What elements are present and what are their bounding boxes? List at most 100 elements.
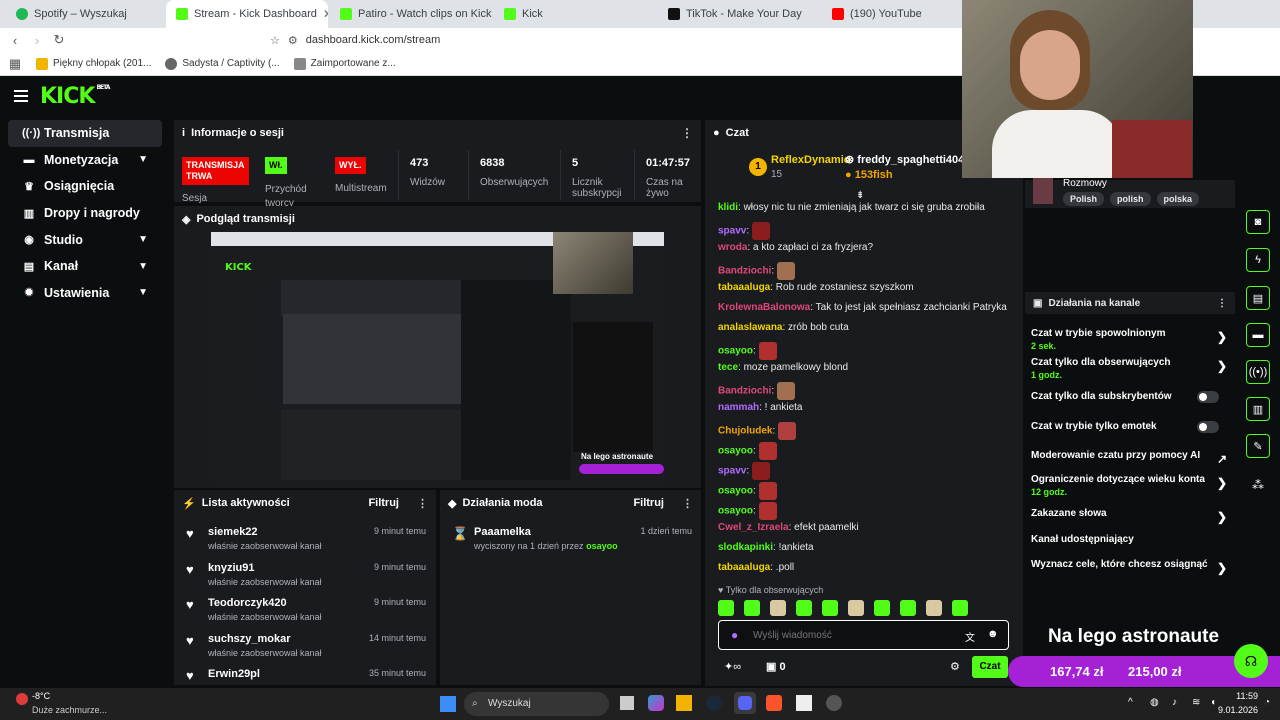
translate-icon[interactable]: 文 <box>965 629 975 644</box>
setting-sharing-channel[interactable]: Kanał udostępniający <box>1031 534 1227 545</box>
chat-username[interactable]: tece <box>718 362 738 373</box>
tab-spotify[interactable]: Spotify – Wyszukaj <box>6 0 166 28</box>
weather-temp[interactable]: -8°C <box>32 691 50 701</box>
more-options-icon[interactable]: ⋮ <box>417 497 428 510</box>
brave-icon[interactable] <box>766 695 782 711</box>
bookmark-item[interactable]: Sadysta / Captivity (... <box>165 57 280 70</box>
copilot-icon[interactable] <box>648 695 664 711</box>
chat-username[interactable]: analaslawana <box>718 322 782 333</box>
chat-username[interactable]: osayoo <box>718 346 753 357</box>
bookmark-star-icon[interactable]: ☆ <box>270 34 280 47</box>
chat-username[interactable]: tabaaaluga <box>718 282 770 293</box>
filter-button[interactable]: Filtruj <box>633 497 664 509</box>
chat-input[interactable]: ● Wyślij wiadomość 文 ☻ <box>718 620 1009 650</box>
ai-loop-icon[interactable]: ✦∞ <box>724 660 741 673</box>
emote-picker-icon[interactable] <box>770 600 786 616</box>
clock-time[interactable]: 11:59 <box>1228 691 1258 701</box>
broadcast-icon[interactable]: ((•)) <box>1246 360 1270 384</box>
emote-picker-icon[interactable] <box>718 600 734 616</box>
revenue-on-badge[interactable]: Wł. <box>265 157 287 174</box>
wifi-icon[interactable]: ≋ <box>1192 697 1200 708</box>
chat-collapse-icon[interactable]: ⇟ <box>856 190 864 201</box>
multistream-off-badge[interactable]: WYŁ. <box>335 157 366 174</box>
chat-username[interactable]: spavv <box>718 466 746 477</box>
headset-icon[interactable]: ☊ <box>1234 644 1268 678</box>
chat-username[interactable]: osayoo <box>718 486 753 497</box>
tag-chip[interactable]: polska <box>1156 192 1200 206</box>
notification-bell-icon[interactable]: ◔ <box>1264 697 1270 708</box>
emote-picker-icon[interactable] <box>822 600 838 616</box>
emote-picker-icon[interactable] <box>848 600 864 616</box>
close-tab-icon[interactable]: ✕ <box>323 7 328 21</box>
gift-counter[interactable]: ▣ 0 <box>766 660 786 673</box>
tag-chip[interactable]: polish <box>1110 192 1151 206</box>
leader-name[interactable]: ReflexDynamic <box>771 154 850 166</box>
tab-kick-dashboard[interactable]: Stream - Kick Dashboard ✕ <box>166 0 328 28</box>
more-options-icon[interactable]: ⋮ <box>1217 298 1227 309</box>
sidebar-item-kanal[interactable]: ▤ Kanał ▼ <box>8 253 162 280</box>
bookmark-item[interactable]: Piękny chłopak (201... <box>36 57 151 70</box>
setting-banned-words[interactable]: Zakazane słowa ❯ <box>1031 508 1227 524</box>
setting-goals[interactable]: Wyznacz cele, które chcesz osiągnąć ❯ <box>1031 559 1227 575</box>
setting-account-age[interactable]: Ograniczenie dotyczące wieku konta 12 god… <box>1031 474 1227 497</box>
notes-icon[interactable] <box>796 695 812 711</box>
mic-icon[interactable]: ● <box>731 628 738 642</box>
chat-settings-icon[interactable]: ⚙ <box>950 660 960 673</box>
wrench-icon[interactable]: ✎ <box>1246 434 1270 458</box>
setting-emote-only[interactable]: Czat w trybie tylko emotek <box>1031 421 1227 433</box>
bookmark-item[interactable]: Zaimportowane z... <box>293 57 396 70</box>
chat-send-button[interactable]: Czat <box>972 656 1008 678</box>
emote-picker-icon[interactable] <box>796 600 812 616</box>
chat-username[interactable]: tabaaaluga <box>718 562 770 573</box>
forward-icon[interactable]: › <box>26 33 48 48</box>
site-info-icon[interactable]: ⚙ <box>288 34 298 47</box>
leader-name[interactable]: ⊛ freddy_spaghetti404 <box>845 153 964 166</box>
tab-youtube[interactable]: (190) YouTube <box>822 0 962 28</box>
filter-button[interactable]: Filtruj <box>368 497 399 509</box>
back-icon[interactable]: ‹ <box>4 33 26 48</box>
apps-grid-icon[interactable]: ▦ <box>4 56 26 72</box>
toggle-switch[interactable] <box>1197 421 1219 433</box>
menu-icon[interactable] <box>14 90 28 102</box>
clock-date[interactable]: 9.01.2026 <box>1208 705 1258 715</box>
setting-followers-only[interactable]: Czat tylko dla obserwujących 1 godz. ❯ <box>1031 357 1227 380</box>
chat-username[interactable]: nammah <box>718 402 759 413</box>
chat-username[interactable]: KrolewnaBalonowa <box>718 302 810 313</box>
tray-chevron-icon[interactable]: ^ <box>1128 697 1133 708</box>
chat-username[interactable]: Chujoludek <box>718 426 772 437</box>
sidebar-item-osiagniecia[interactable]: ♛ Osiągnięcia <box>8 173 162 200</box>
bolt-icon[interactable]: ϟ <box>1246 248 1270 272</box>
chat-username[interactable]: Bandziochi <box>718 266 771 277</box>
emoji-icon[interactable]: ☻ <box>987 628 999 640</box>
chat-username[interactable]: klidi <box>718 202 738 213</box>
chat-username[interactable]: Cwel_z_Izraela <box>718 522 789 533</box>
tab-patiro[interactable]: Patiro - Watch clips on Kick <box>330 0 492 28</box>
more-options-icon[interactable]: ⋮ <box>682 497 693 510</box>
setting-ai-moderation[interactable]: Moderowanie czatu przy pomocy AI ↗ <box>1031 450 1227 466</box>
tab-tiktok[interactable]: TikTok - Make Your Day <box>658 0 820 28</box>
steam-icon[interactable] <box>706 695 722 711</box>
sidebar-item-monetyzacja[interactable]: ▬ Monetyzacja ▼ <box>8 147 162 174</box>
setting-subscribers-only[interactable]: Czat tylko dla subskrybentów <box>1031 391 1227 403</box>
emote-picker-icon[interactable] <box>900 600 916 616</box>
sidebar-item-studio[interactable]: ◉ Studio ▼ <box>8 226 162 253</box>
emote-picker-icon[interactable] <box>952 600 968 616</box>
sidebar-item-ustawienia[interactable]: ✹ Ustawienia ▼ <box>8 280 162 307</box>
chat-bubble-icon[interactable]: ▬ <box>1246 323 1270 347</box>
obs-icon[interactable] <box>826 695 842 711</box>
chat-username[interactable]: spavv <box>718 226 746 237</box>
chat-username[interactable]: osayoo <box>718 506 753 517</box>
weather-text[interactable]: Duże zachmurze... <box>32 705 107 715</box>
tag-chip[interactable]: Polish <box>1063 192 1105 206</box>
task-view-icon[interactable] <box>620 696 634 710</box>
emote-picker-icon[interactable] <box>874 600 890 616</box>
more-options-icon[interactable]: ⋮ <box>681 126 693 140</box>
windows-start-icon[interactable] <box>440 696 456 712</box>
layout-icon[interactable]: ▥ <box>1246 397 1270 421</box>
sidebar-item-transmisja[interactable]: ((·)) Transmisja <box>8 120 162 147</box>
taskbar-search[interactable]: ⌕ Wyszukaj <box>464 692 609 716</box>
setting-slow-mode[interactable]: Czat w trybie spowolnionym 2 sek. ❯ <box>1031 328 1227 351</box>
apps-icon[interactable]: ⁂ <box>1252 478 1264 492</box>
network-icon[interactable]: ◍ <box>1150 697 1159 708</box>
camera-icon[interactable]: ◙ <box>1246 210 1270 234</box>
